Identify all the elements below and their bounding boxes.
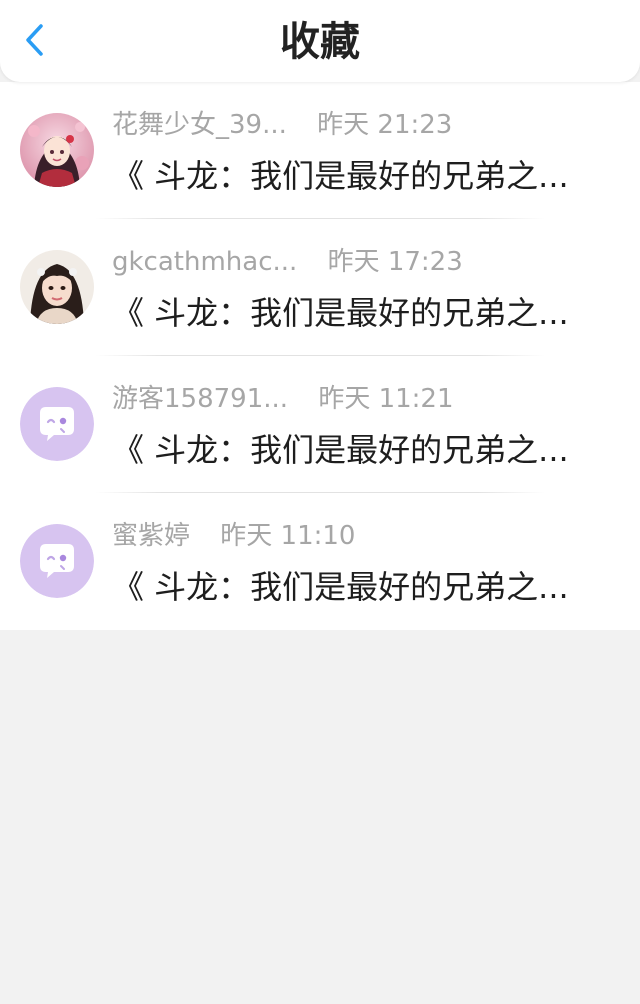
anime-girl-avatar [20, 113, 94, 187]
timestamp: 昨天 11:21 [318, 384, 454, 414]
item-meta: 蜜紫婷 昨天 11:10 [112, 519, 355, 553]
avatar[interactable] [20, 387, 94, 461]
avatar[interactable] [20, 250, 94, 324]
message-preview: 《 斗龙：我们是最好的兄弟之... [112, 568, 569, 606]
list-item[interactable]: 蜜紫婷 昨天 11:10 《 斗龙：我们是最好的兄弟之... [0, 493, 640, 630]
avatar[interactable] [20, 524, 94, 598]
page-title: 收藏 [280, 19, 360, 65]
chat-bubble-avatar [20, 524, 94, 598]
photo-girl-avatar [20, 250, 94, 324]
message-preview: 《 斗龙：我们是最好的兄弟之... [112, 294, 569, 332]
user-name[interactable]: 游客158791... [112, 382, 288, 416]
item-meta: gkcathmhac... 昨天 17:23 [112, 245, 463, 279]
item-meta: 花舞少女_39... 昨天 21:23 [112, 108, 452, 142]
timestamp: 昨天 17:23 [327, 247, 463, 277]
user-name[interactable]: gkcathmhac... [112, 245, 297, 279]
message-preview: 《 斗龙：我们是最好的兄弟之... [112, 431, 569, 469]
item-meta: 游客158791... 昨天 11:21 [112, 382, 454, 416]
avatar[interactable] [20, 113, 94, 187]
user-name[interactable]: 蜜紫婷 [112, 519, 190, 553]
user-name[interactable]: 花舞少女_39... [112, 108, 287, 142]
top-bar: 收藏 [0, 0, 640, 82]
list-item[interactable]: 游客158791... 昨天 11:21 《 斗龙：我们是最好的兄弟之... [0, 356, 640, 493]
timestamp: 昨天 11:10 [220, 521, 356, 551]
favorites-list: 花舞少女_39... 昨天 21:23 《 斗龙：我们是最好的兄弟之... gk… [0, 82, 640, 630]
timestamp: 昨天 21:23 [317, 110, 453, 140]
list-item[interactable]: gkcathmhac... 昨天 17:23 《 斗龙：我们是最好的兄弟之... [0, 219, 640, 356]
message-preview: 《 斗龙：我们是最好的兄弟之... [112, 157, 569, 195]
list-item[interactable]: 花舞少女_39... 昨天 21:23 《 斗龙：我们是最好的兄弟之... [0, 82, 640, 219]
chat-bubble-avatar [20, 387, 94, 461]
